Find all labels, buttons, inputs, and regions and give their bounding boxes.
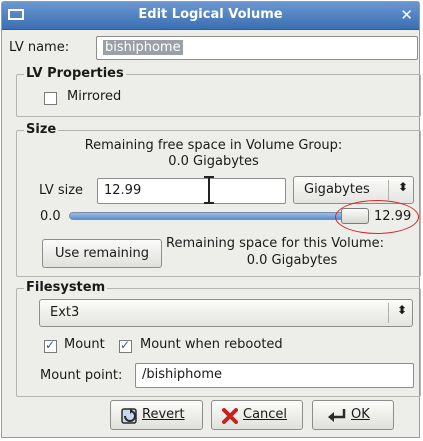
- unit-value: Gigabytes: [304, 182, 370, 197]
- mirrored-label: Mirrored: [67, 89, 122, 104]
- lv-size-input[interactable]: 12.99: [97, 178, 286, 204]
- remaining-free-text: Remaining free space in Volume Group:: [84, 138, 343, 153]
- remaining-volume-text: Remaining space for this Volume:: [166, 236, 385, 251]
- title-bar: Edit Logical Volume ✕: [2, 2, 419, 30]
- remaining-volume-value: 0.0 Gigabytes: [246, 253, 338, 268]
- mount-point-label: Mount point:: [40, 368, 123, 383]
- size-title: Size: [24, 122, 59, 137]
- lv-name-value: bishiphome: [103, 40, 183, 55]
- combo-separator: [388, 180, 389, 200]
- mount-checkbox[interactable]: [44, 338, 57, 353]
- combo-separator: [388, 303, 389, 323]
- text-cursor-icon: [203, 176, 215, 204]
- cancel-label: Cancel: [243, 407, 288, 422]
- annotation-circle: [335, 200, 419, 234]
- mount-rebooted-label: Mount when rebooted: [140, 337, 283, 352]
- mount-point-value: /bishiphome: [142, 367, 222, 382]
- combo-arrows-icon: ⬍: [398, 180, 409, 194]
- filesystem-title: Filesystem: [24, 280, 108, 295]
- lv-size-value: 12.99: [104, 183, 142, 198]
- filesystem-type-combo[interactable]: Ext3 ⬍: [39, 299, 413, 327]
- remaining-free-value: 0.0 Gigabytes: [168, 154, 259, 169]
- cancel-button[interactable]: Cancel: [211, 400, 303, 430]
- use-remaining-button[interactable]: Use remaining: [42, 239, 162, 268]
- lv-name-input[interactable]: bishiphome: [96, 36, 418, 60]
- revert-label: Revert: [142, 407, 185, 422]
- slider-fill: [70, 213, 368, 219]
- revert-button[interactable]: Revert: [110, 400, 203, 430]
- ok-icon: [328, 409, 346, 422]
- mount-rebooted-checkbox[interactable]: [119, 338, 132, 353]
- slider-min-label: 0.0: [40, 209, 61, 224]
- window-title: Edit Logical Volume: [138, 7, 283, 22]
- filesystem-type-value: Ext3: [50, 305, 80, 320]
- lv-name-label: LV name:: [9, 40, 70, 55]
- mount-point-input[interactable]: /bishiphome: [135, 363, 414, 388]
- revert-icon: [121, 408, 137, 424]
- cancel-x-icon: [222, 408, 238, 424]
- ok-label: OK: [351, 407, 370, 422]
- lv-size-label: LV size: [39, 183, 84, 198]
- ok-button[interactable]: OK: [312, 400, 394, 430]
- unit-combo[interactable]: Gigabytes ⬍: [293, 176, 414, 204]
- edit-lv-dialog: Edit Logical Volume ✕ LV name: bishiphom…: [1, 1, 421, 438]
- lv-properties-title: LV Properties: [24, 66, 126, 81]
- mount-label: Mount: [64, 337, 105, 352]
- close-icon[interactable]: ✕: [400, 6, 413, 24]
- mirrored-checkbox[interactable]: [44, 92, 57, 105]
- size-slider[interactable]: [69, 212, 369, 220]
- combo-arrows-icon: ⬍: [397, 303, 408, 317]
